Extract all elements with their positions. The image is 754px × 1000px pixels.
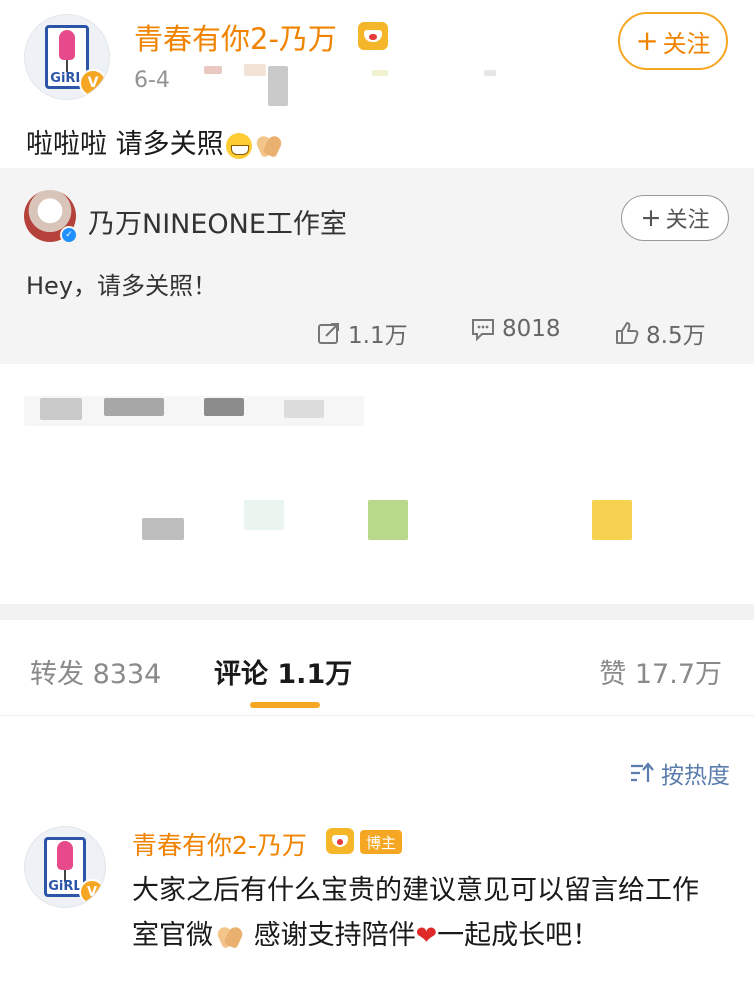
repost-follow-button[interactable]: + 关注 bbox=[621, 195, 729, 241]
sort-icon bbox=[631, 762, 654, 782]
author-badge: 博主 bbox=[360, 830, 403, 854]
blurred-region bbox=[244, 500, 284, 530]
blurred-region bbox=[268, 66, 288, 106]
blurred-region bbox=[372, 70, 388, 76]
crown-icon bbox=[326, 828, 354, 854]
blurred-region bbox=[592, 500, 632, 540]
repost-follow-label: 关注 bbox=[665, 208, 710, 233]
blurred-region bbox=[284, 400, 324, 418]
like-icon bbox=[616, 322, 639, 344]
verified-badge-icon: ✓ bbox=[60, 226, 78, 244]
verified-badge-icon: V bbox=[79, 69, 107, 97]
tab-reposts[interactable]: 转发 8334 bbox=[30, 652, 161, 691]
repost-icon bbox=[318, 323, 339, 344]
post-author-avatar[interactable]: GiRL V bbox=[24, 14, 110, 100]
repost-author-name[interactable]: 乃万NINEONE工作室 bbox=[88, 202, 347, 241]
post-text: 啦啦啦 请多关照 bbox=[26, 122, 284, 161]
blurred-region bbox=[40, 398, 82, 420]
comment-icon bbox=[472, 319, 494, 342]
comment-count-button[interactable]: 8018 bbox=[470, 316, 561, 342]
crown-icon bbox=[358, 22, 388, 50]
follow-button-label: 关注 bbox=[662, 29, 711, 58]
blurred-region bbox=[104, 398, 164, 416]
plus-icon: + bbox=[640, 203, 662, 233]
microphone-icon bbox=[57, 841, 73, 882]
comment-count: 8018 bbox=[502, 316, 561, 342]
follow-button[interactable]: + 关注 bbox=[618, 12, 728, 70]
post-timestamp: 6-4 bbox=[134, 68, 170, 93]
verified-badge-icon: V bbox=[79, 879, 105, 905]
section-divider bbox=[0, 604, 754, 620]
sort-by-hot-button[interactable]: 按热度 bbox=[629, 756, 730, 790]
blurred-region bbox=[204, 66, 222, 74]
repost-author-avatar[interactable]: ✓ bbox=[24, 190, 78, 244]
heart-emoji: ❤ bbox=[415, 921, 438, 951]
tab-likes[interactable]: 赞 17.7万 bbox=[599, 652, 722, 691]
post-text-content: 啦啦啦 请多关照 bbox=[26, 129, 224, 160]
repost-count-button[interactable]: 1.1万 bbox=[316, 316, 408, 350]
like-count-button[interactable]: 8.5万 bbox=[614, 316, 706, 350]
clap-emoji bbox=[215, 925, 245, 949]
active-tab-indicator bbox=[250, 702, 320, 708]
post-author-name[interactable]: 青春有你2-乃万 bbox=[134, 16, 337, 58]
blurred-region bbox=[142, 518, 184, 540]
sort-label: 按热度 bbox=[661, 763, 730, 789]
repost-count: 1.1万 bbox=[348, 323, 408, 349]
repost-text: Hey，请多关照！ bbox=[26, 272, 218, 300]
comment-author-name[interactable]: 青春有你2-乃万 bbox=[132, 826, 307, 862]
comment-text-part2: 感谢支持陪伴 bbox=[245, 920, 416, 951]
grin-emoji bbox=[225, 132, 252, 159]
clap-emoji bbox=[254, 134, 284, 158]
interaction-tabs: 转发 8334 评论 1.1万 赞 17.7万 bbox=[0, 620, 754, 716]
blurred-region bbox=[484, 70, 496, 76]
comment-text: 大家之后有什么宝贵的建议意见可以留言给工作室官微 感谢支持陪伴❤一起成长吧！ bbox=[132, 868, 722, 959]
microphone-icon bbox=[58, 30, 76, 73]
tab-comments[interactable]: 评论 1.1万 bbox=[214, 652, 352, 691]
blurred-region bbox=[244, 64, 266, 76]
plus-icon: + bbox=[635, 24, 659, 58]
comment-author-avatar[interactable]: GiRL V bbox=[24, 826, 106, 908]
like-count: 8.5万 bbox=[646, 323, 706, 349]
blurred-region bbox=[368, 500, 408, 540]
comment-text-part3: 一起成长吧！ bbox=[437, 920, 600, 951]
blurred-region bbox=[204, 398, 244, 416]
